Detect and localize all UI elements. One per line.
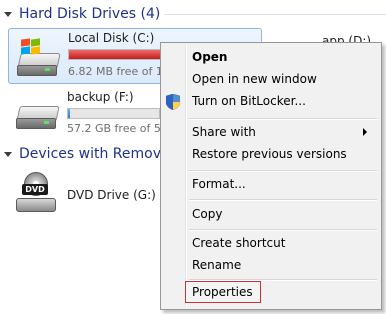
drive-name-dvd-g[interactable]: DVD Drive (G:) <box>67 188 156 202</box>
menu-separator <box>189 199 377 201</box>
menu-item-create-shortcut[interactable]: Create shortcut <box>192 236 285 250</box>
drive-name-local-c: Local Disk (C:) <box>68 31 155 45</box>
menu-item-open-new-window[interactable]: Open in new window <box>192 72 317 86</box>
collapse-arrow-icon[interactable] <box>4 152 12 157</box>
hard-drive-icon <box>15 38 61 77</box>
collapse-arrow-icon[interactable] <box>4 12 12 17</box>
menu-item-rename[interactable]: Rename <box>192 258 241 272</box>
menu-item-properties[interactable]: Properties <box>192 285 253 299</box>
uac-shield-icon <box>166 94 180 110</box>
drive-free-space-local-c: 6.82 MB free of 1 <box>68 65 163 78</box>
menu-item-copy[interactable]: Copy <box>192 207 222 221</box>
menu-separator <box>189 118 377 120</box>
menu-item-restore-previous-versions[interactable]: Restore previous versions <box>192 147 347 161</box>
menu-item-bitlocker[interactable]: Turn on BitLocker... <box>192 94 306 108</box>
menu-item-format[interactable]: Format... <box>192 177 246 191</box>
windows-flag-icon <box>21 38 41 55</box>
section-title-removable[interactable]: Devices with Remova <box>19 146 170 162</box>
section-divider <box>164 14 386 15</box>
hard-drive-icon[interactable] <box>14 92 60 130</box>
drive-free-space-backup-f: 57.2 GB free of 57 <box>67 122 168 135</box>
dvd-drive-icon[interactable]: DVD <box>14 172 58 214</box>
drive-name-backup-f[interactable]: backup (F:) <box>67 90 134 104</box>
drive-usage-bar-backup-f <box>67 108 160 119</box>
drive-usage-bar-local-c <box>68 49 168 60</box>
menu-item-share-with[interactable]: Share with <box>192 125 256 139</box>
menu-separator <box>189 229 377 231</box>
submenu-arrow-icon <box>363 128 367 136</box>
menu-separator <box>189 170 377 172</box>
section-title-hard-disk-drives[interactable]: Hard Disk Drives (4) <box>19 6 160 22</box>
context-menu: Open Open in new window Turn on BitLocke… <box>160 42 382 310</box>
menu-item-open[interactable]: Open <box>192 50 227 64</box>
